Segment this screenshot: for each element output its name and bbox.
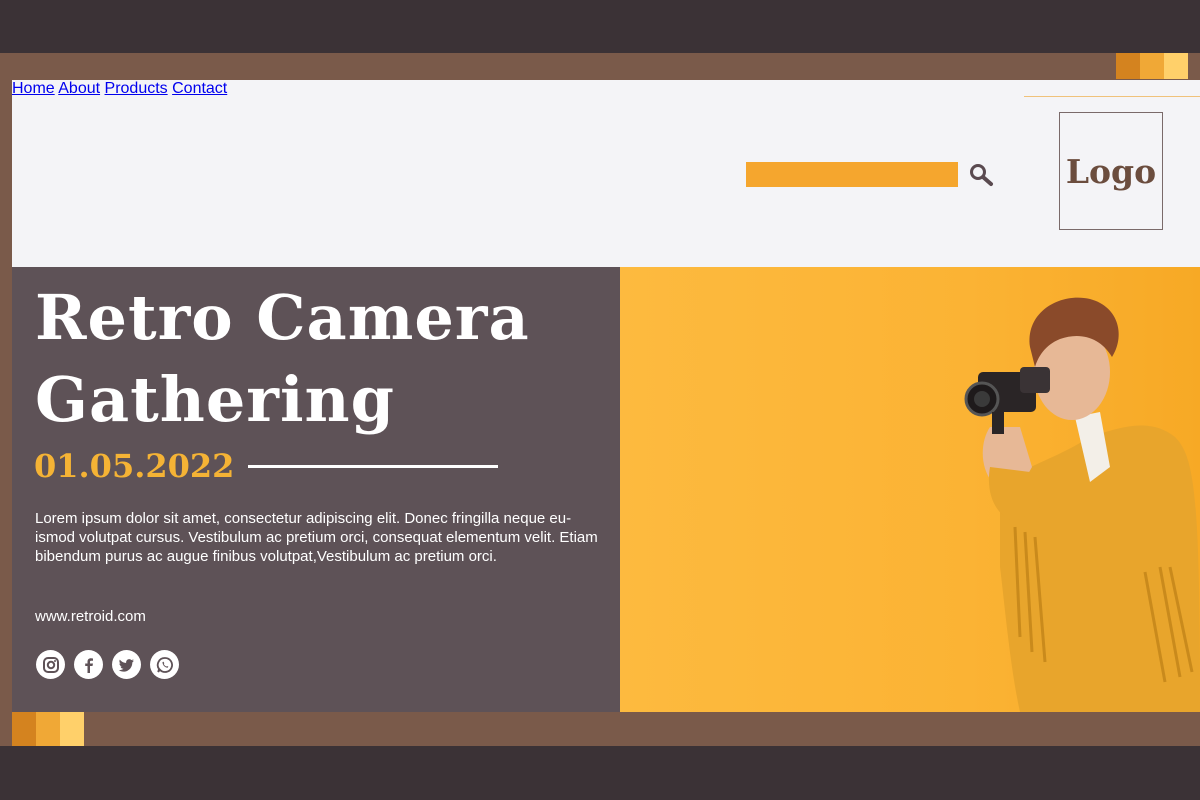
site-header: Home About Products Contact Logo xyxy=(12,80,1200,267)
hero-title-line2: Gathering xyxy=(35,363,395,436)
twitter-icon[interactable] xyxy=(112,650,141,679)
event-date-row: 01.05.2022 xyxy=(34,447,499,485)
hero-description: Lorem ipsum dolor sit amet, consectetur … xyxy=(35,510,598,565)
hero-title: Retro Camera Gathering xyxy=(35,277,530,441)
hero-image-panel xyxy=(620,267,1200,712)
social-links xyxy=(36,650,179,679)
header-divider xyxy=(1024,96,1200,97)
hero-title-line1: Retro Camera xyxy=(35,281,530,354)
date-divider xyxy=(248,464,499,468)
facebook-icon[interactable] xyxy=(74,650,103,679)
nav-home[interactable]: Home xyxy=(12,80,55,97)
hero-info-panel: Retro Camera Gathering 01.05.2022 Lorem … xyxy=(12,267,620,712)
whatsapp-icon[interactable] xyxy=(150,650,179,679)
photographer-image xyxy=(964,297,1200,712)
decorative-stripes-bottom xyxy=(12,712,84,746)
search-icon[interactable] xyxy=(968,162,996,188)
nav-about[interactable]: About xyxy=(58,80,100,97)
event-date: 01.05.2022 xyxy=(34,447,235,485)
logo-text: Logo xyxy=(1065,151,1157,191)
instagram-icon[interactable] xyxy=(36,650,65,679)
main-nav: Home About Products Contact xyxy=(12,80,1200,98)
search-input[interactable] xyxy=(746,162,958,187)
decorative-stripes-top xyxy=(1116,53,1188,79)
nav-contact[interactable]: Contact xyxy=(172,80,227,97)
website-link[interactable]: www.retroid.com xyxy=(35,608,146,625)
nav-products[interactable]: Products xyxy=(105,80,168,97)
logo[interactable]: Logo xyxy=(1059,112,1163,230)
